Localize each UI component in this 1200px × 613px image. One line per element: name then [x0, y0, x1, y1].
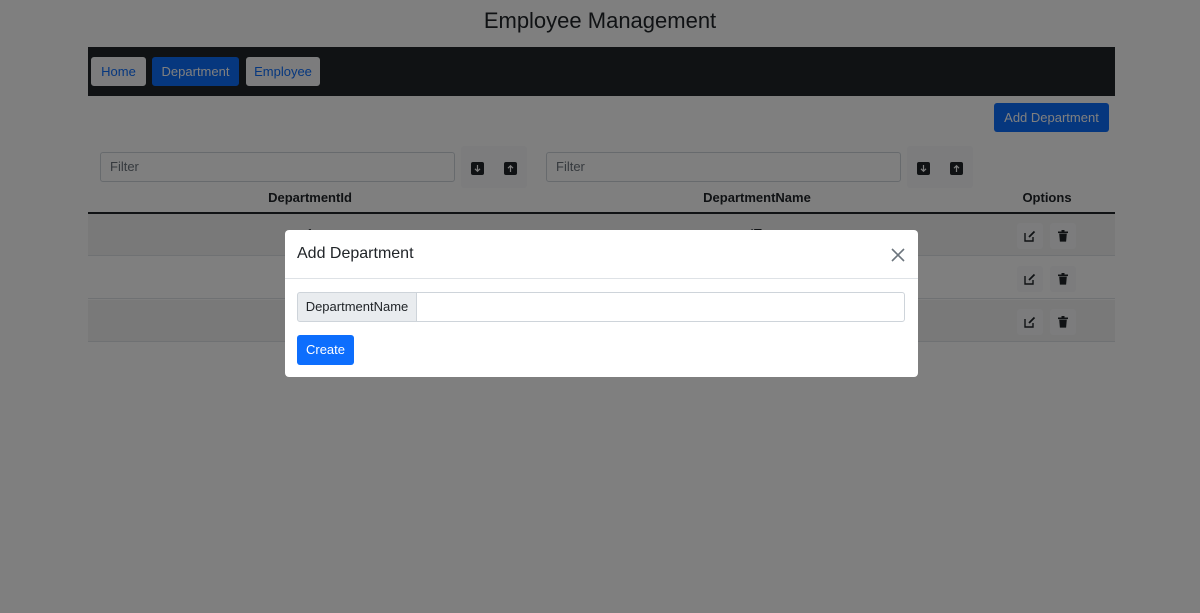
modal-title: Add Department	[297, 245, 414, 262]
department-name-label: DepartmentName	[297, 292, 417, 322]
page: Employee Management Home Department Empl…	[0, 0, 1200, 613]
close-icon	[891, 248, 905, 262]
add-department-modal: Add Department DepartmentName Create	[285, 230, 918, 377]
department-name-input[interactable]	[416, 292, 905, 322]
create-button[interactable]: Create	[297, 335, 354, 365]
close-button[interactable]	[889, 246, 907, 264]
department-name-input-group: DepartmentName	[297, 292, 905, 322]
modal-header: Add Department	[285, 230, 918, 279]
